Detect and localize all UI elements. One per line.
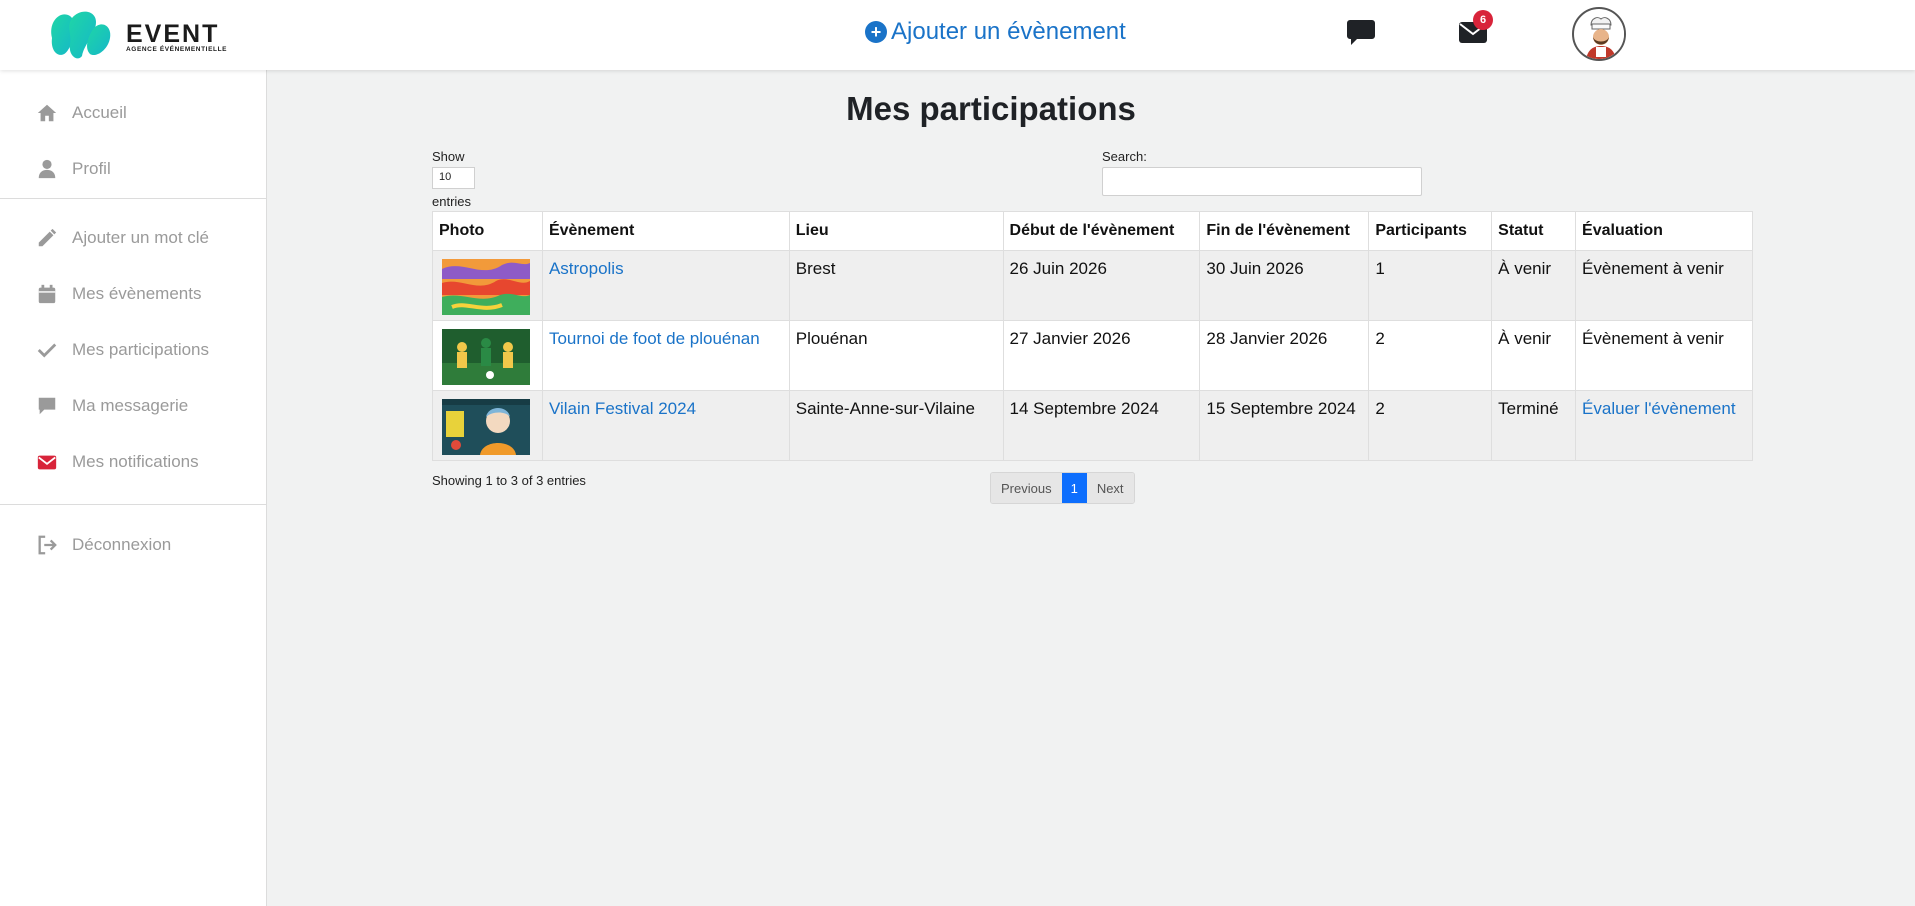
column-header-evaluation[interactable]: Évaluation <box>1575 211 1753 251</box>
participants-cell: 1 <box>1368 250 1493 321</box>
column-header-participants[interactable]: Participants <box>1368 211 1493 251</box>
sidebar-item-label: Profil <box>72 159 111 178</box>
photo-cell <box>432 390 543 461</box>
user-icon <box>38 159 56 179</box>
fin-cell: 30 Juin 2026 <box>1199 250 1370 321</box>
search-label: Search: <box>1102 149 1147 164</box>
table-row: Vilain Festival 2024 Sainte-Anne-sur-Vil… <box>432 390 1753 461</box>
evaluation-cell: Évaluer l'évènement <box>1575 390 1753 461</box>
debut-cell: 14 Septembre 2024 <box>1002 390 1201 461</box>
event-photo-astropolis[interactable] <box>442 259 530 315</box>
logo-mark-icon <box>51 11 111 59</box>
page-1-button[interactable]: 1 <box>1061 473 1087 503</box>
sidebar-item-label: Ajouter un mot clé <box>72 228 210 247</box>
add-event-label: Ajouter un évènement <box>891 18 1126 45</box>
entries-label: entries <box>432 194 472 209</box>
chat-icon <box>38 397 56 415</box>
evaluate-event-link[interactable]: Évaluer l'évènement <box>1582 399 1736 418</box>
top-header: EVENT AGENCE ÉVÉNEMENTIELLE + Ajouter un… <box>0 0 1915 70</box>
event-cell: Tournoi de foot de plouénan <box>541 320 790 391</box>
fin-cell: 15 Septembre 2024 <box>1199 390 1370 461</box>
page-title-text: Mes participations <box>846 90 1136 127</box>
envelope-icon <box>37 455 57 470</box>
participations-table: Photo Évènement Lieu Début de l'évènemen… <box>432 211 1753 461</box>
event-photo-vilain-festival[interactable] <box>442 399 530 455</box>
notification-badge: 6 <box>1473 10 1493 30</box>
search-input[interactable] <box>1102 167 1422 196</box>
chat-icon[interactable] <box>1346 18 1376 46</box>
sidebar-item-add-keyword[interactable]: Ajouter un mot clé <box>36 227 209 249</box>
avatar[interactable] <box>1572 7 1626 61</box>
event-photo-tournoi[interactable] <box>442 329 530 385</box>
logout-icon <box>38 535 57 555</box>
sidebar-item-profil[interactable]: Profil <box>36 158 111 180</box>
statut-cell: À venir <box>1491 250 1577 321</box>
statut-cell: À venir <box>1491 320 1577 391</box>
sidebar-item-mes-evenements[interactable]: Mes évènements <box>36 283 201 305</box>
sidebar: Accueil Profil Ajouter un mot clé Mes év… <box>0 70 267 906</box>
table-row: Astropolis Brest 26 Juin 2026 30 Juin 20… <box>432 250 1753 321</box>
event-link[interactable]: Astropolis <box>549 259 624 278</box>
column-header-evenement[interactable]: Évènement <box>541 211 790 251</box>
next-page-button[interactable]: Next <box>1086 473 1134 503</box>
logo[interactable]: EVENT AGENCE ÉVÉNEMENTIELLE <box>46 8 246 60</box>
add-event-link[interactable]: + Ajouter un évènement <box>865 18 1126 46</box>
evaluation-cell: Évènement à venir <box>1575 250 1753 321</box>
event-cell: Astropolis <box>541 250 790 321</box>
sidebar-item-messagerie[interactable]: Ma messagerie <box>36 395 188 417</box>
table-row: Tournoi de foot de plouénan Plouénan 27 … <box>432 320 1753 391</box>
sidebar-item-mes-participations[interactable]: Mes participations <box>36 339 209 361</box>
sidebar-item-deconnexion[interactable]: Déconnexion <box>36 534 171 556</box>
statut-cell: Terminé <box>1491 390 1577 461</box>
sidebar-item-notifications[interactable]: Mes notifications <box>36 451 199 473</box>
column-header-statut[interactable]: Statut <box>1491 211 1577 251</box>
fin-cell: 28 Janvier 2026 <box>1199 320 1370 391</box>
lieu-cell: Plouénan <box>788 320 1004 391</box>
debut-cell: 26 Juin 2026 <box>1002 250 1201 321</box>
column-header-lieu[interactable]: Lieu <box>788 211 1004 251</box>
check-icon <box>37 343 57 358</box>
page-title: Mes participations <box>0 90 1915 128</box>
column-header-debut[interactable]: Début de l'évènement <box>1002 211 1201 251</box>
plus-circle-icon: + <box>865 21 887 43</box>
sidebar-item-label: Mes évènements <box>72 284 202 303</box>
pagination: Previous 1 Next <box>990 472 1135 504</box>
pencil-icon <box>38 228 57 247</box>
logo-subtitle: AGENCE ÉVÉNEMENTIELLE <box>126 46 228 53</box>
participants-cell: 2 <box>1368 320 1493 391</box>
photo-cell <box>432 320 543 391</box>
sidebar-item-label: Mes notifications <box>72 452 199 471</box>
chef-avatar-icon <box>1575 10 1624 59</box>
table-header-row: Photo Évènement Lieu Début de l'évènemen… <box>432 211 1753 251</box>
lieu-cell: Brest <box>788 250 1004 321</box>
debut-cell: 27 Janvier 2026 <box>1002 320 1201 391</box>
event-cell: Vilain Festival 2024 <box>541 390 790 461</box>
participants-cell: 2 <box>1368 390 1493 461</box>
event-link[interactable]: Vilain Festival 2024 <box>549 399 696 418</box>
lieu-cell: Sainte-Anne-sur-Vilaine <box>788 390 1004 461</box>
sidebar-divider <box>0 504 267 505</box>
event-link[interactable]: Tournoi de foot de plouénan <box>549 329 760 348</box>
table-info: Showing 1 to 3 of 3 entries <box>432 473 586 488</box>
calendar-icon <box>38 284 56 304</box>
sidebar-item-label: Ma messagerie <box>72 396 189 415</box>
photo-cell <box>432 250 543 321</box>
evaluation-cell: Évènement à venir <box>1575 320 1753 391</box>
sidebar-item-label: Déconnexion <box>72 535 172 554</box>
previous-page-button[interactable]: Previous <box>991 473 1062 503</box>
column-header-photo[interactable]: Photo <box>432 211 543 251</box>
show-label: Show <box>432 149 465 164</box>
entries-select[interactable]: 10 <box>432 167 475 189</box>
sidebar-item-label: Mes participations <box>72 340 210 359</box>
sidebar-divider <box>0 198 267 199</box>
logo-title: EVENT <box>126 20 220 48</box>
column-header-fin[interactable]: Fin de l'évènement <box>1199 211 1370 251</box>
